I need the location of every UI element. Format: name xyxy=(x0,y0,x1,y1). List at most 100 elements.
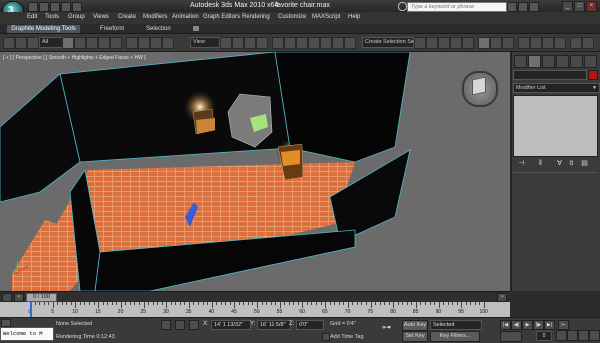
menu-create[interactable]: Create xyxy=(118,14,136,20)
render-last-icon[interactable] xyxy=(582,37,594,49)
motion-panel-icon[interactable] xyxy=(556,55,569,68)
modifier-stack[interactable] xyxy=(513,95,598,157)
schematic-view-icon[interactable] xyxy=(450,37,462,49)
info-center-icon[interactable] xyxy=(507,2,517,12)
help-icon[interactable] xyxy=(529,2,539,12)
select-and-link-icon[interactable] xyxy=(110,37,122,49)
go-to-start-icon[interactable]: |◀ xyxy=(500,320,511,330)
environment-icon[interactable] xyxy=(530,37,542,49)
tab-graphite-modeling-tools[interactable]: Graphite Modeling Tools xyxy=(7,25,80,33)
time-slider-prev-icon[interactable]: < xyxy=(14,293,24,302)
snaps-toggle-icon[interactable] xyxy=(272,37,284,49)
teapot-render-icon[interactable] xyxy=(570,37,582,49)
rendered-frame-window-icon[interactable] xyxy=(490,37,502,49)
curve-editor-icon[interactable] xyxy=(438,37,450,49)
keyboard-shortcut-icon[interactable] xyxy=(256,37,268,49)
menu-customize[interactable]: Customize xyxy=(278,14,306,20)
undo-tool-icon[interactable] xyxy=(3,37,15,49)
show-end-result-icon[interactable]: ‖ xyxy=(536,160,545,168)
display-panel-icon[interactable] xyxy=(570,55,583,68)
zoom-extents-icon[interactable] xyxy=(578,330,589,341)
quick-render-icon[interactable] xyxy=(554,37,566,49)
select-and-manipulate-icon[interactable] xyxy=(162,37,174,49)
material-editor-icon[interactable] xyxy=(462,37,474,49)
menu-modifiers[interactable]: Modifiers xyxy=(143,14,167,20)
menu-graph-editors[interactable]: Graph Editors xyxy=(203,14,240,20)
ribbon-toggle-icon[interactable] xyxy=(193,26,199,31)
select-and-rotate-icon[interactable] xyxy=(138,37,150,49)
redo-icon[interactable] xyxy=(72,2,82,12)
named-selection-set-dropdown[interactable]: Create Selection Se xyxy=(362,37,414,48)
tab-selection[interactable]: Selection xyxy=(146,25,171,33)
align-tool-icon[interactable] xyxy=(344,37,356,49)
maxscript-listener-icon[interactable] xyxy=(1,319,11,327)
auto-key-button[interactable]: Auto Key xyxy=(402,320,428,331)
key-mode-toggle-icon[interactable]: ⊢ xyxy=(558,320,569,330)
menu-tools[interactable]: Tools xyxy=(45,14,59,20)
object-name-field[interactable] xyxy=(513,70,587,80)
menu-animation[interactable]: Animation xyxy=(172,14,199,20)
go-to-end-icon[interactable]: ▶| xyxy=(544,320,555,330)
utilities-panel-icon[interactable] xyxy=(584,55,597,68)
spinner-snap-icon[interactable] xyxy=(308,37,320,49)
rectangular-selection-icon[interactable] xyxy=(86,37,98,49)
render-iterative-icon[interactable] xyxy=(518,37,530,49)
select-by-name-icon[interactable] xyxy=(74,37,86,49)
time-slider-track[interactable] xyxy=(0,291,510,302)
align-icon[interactable] xyxy=(244,37,256,49)
select-object-icon[interactable] xyxy=(62,37,74,49)
reference-coordinate-dropdown[interactable]: View xyxy=(190,37,220,48)
close-button[interactable]: × xyxy=(586,1,597,12)
perspective-viewport[interactable] xyxy=(0,52,510,291)
selection-filter-dropdown[interactable]: All xyxy=(39,37,63,48)
zoom-icon[interactable] xyxy=(556,330,567,341)
open-file-icon[interactable] xyxy=(39,2,49,12)
time-config-icon[interactable] xyxy=(500,331,522,342)
favorites-icon[interactable] xyxy=(518,2,528,12)
pin-stack-icon[interactable]: ⊣ xyxy=(517,160,526,168)
select-and-move-icon[interactable] xyxy=(126,37,138,49)
set-key-button[interactable]: Set Key xyxy=(402,331,428,342)
make-unique-icon[interactable]: ∀ xyxy=(555,160,564,168)
render-active-shade-icon[interactable] xyxy=(542,37,554,49)
menu-maxscript[interactable]: MAXScript xyxy=(312,14,340,20)
angle-snap-icon[interactable] xyxy=(284,37,296,49)
pivot-center-icon[interactable] xyxy=(220,37,232,49)
menu-group[interactable]: Group xyxy=(68,14,85,20)
mirror-tool-icon[interactable] xyxy=(332,37,344,49)
render-setup-icon[interactable] xyxy=(478,37,490,49)
hierarchy-panel-icon[interactable] xyxy=(542,55,555,68)
time-slider[interactable]: 0 / 100 xyxy=(26,293,57,302)
mirror-icon[interactable] xyxy=(232,37,244,49)
new-file-icon[interactable] xyxy=(28,2,38,12)
selection-lock-icon[interactable] xyxy=(161,320,171,330)
key-filters-button[interactable]: Key Filters... xyxy=(430,331,480,342)
create-panel-icon[interactable] xyxy=(514,55,527,68)
redo-tool-icon[interactable] xyxy=(15,37,27,49)
maximize-viewport-icon[interactable] xyxy=(589,330,600,341)
key-icon[interactable]: ⊶ xyxy=(382,323,396,332)
y-coord-field[interactable]: 16' 11 5/8" xyxy=(257,320,291,330)
x-coord-field[interactable]: 14' 1 13/32" xyxy=(211,320,251,330)
play-icon[interactable]: ▶ xyxy=(522,320,533,330)
search-icon[interactable] xyxy=(398,2,407,11)
add-time-tag-button[interactable]: Add Time Tag xyxy=(330,334,364,340)
maximize-button[interactable]: □ xyxy=(574,1,585,12)
remove-modifier-icon[interactable]: ö xyxy=(567,160,576,168)
percent-snap-icon[interactable] xyxy=(296,37,308,49)
menu-views[interactable]: Views xyxy=(93,14,109,20)
minimize-button[interactable]: _ xyxy=(562,1,573,12)
graphite-toggle-icon[interactable] xyxy=(426,37,438,49)
save-file-icon[interactable] xyxy=(50,2,60,12)
key-mode-dropdown[interactable]: Selected xyxy=(430,320,482,330)
layer-manager-icon[interactable] xyxy=(414,37,426,49)
current-frame-field[interactable]: 0 xyxy=(536,331,552,341)
search-input[interactable]: Type a keyword or phrase xyxy=(407,2,507,12)
object-color-swatch[interactable] xyxy=(588,70,598,80)
viewport-label[interactable]: [ + ] [ Perspective ] [ Smooth + Highlig… xyxy=(3,55,146,61)
time-slider-next-icon[interactable]: > xyxy=(497,293,507,302)
next-frame-icon[interactable]: |▶ xyxy=(533,320,544,330)
previous-frame-icon[interactable]: ◀| xyxy=(511,320,522,330)
select-and-scale-icon[interactable] xyxy=(150,37,162,49)
configure-modifier-sets-icon[interactable]: ▤ xyxy=(580,160,589,168)
